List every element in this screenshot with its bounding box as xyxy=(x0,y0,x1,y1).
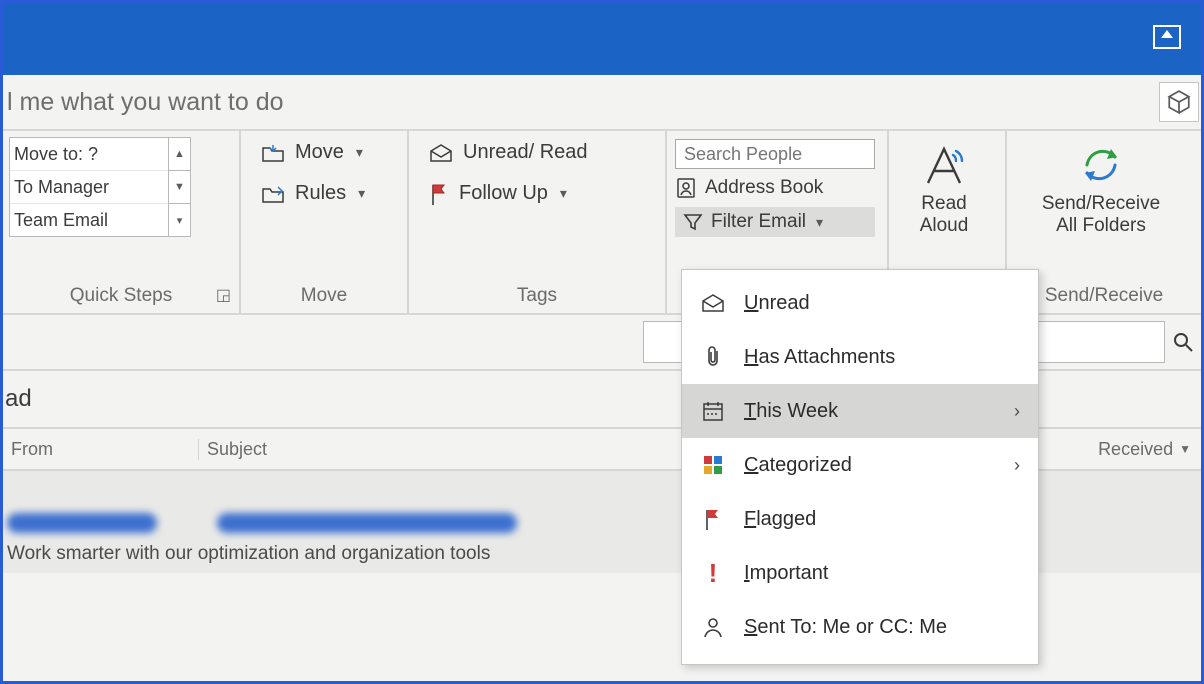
move-button[interactable]: Move ▾ xyxy=(261,141,395,164)
column-received-label: Received xyxy=(1098,439,1173,460)
group-label: Tags xyxy=(409,285,665,307)
tell-me-row: l me what you want to do xyxy=(3,75,1201,131)
chevron-down-icon: ▾ xyxy=(558,185,567,202)
quick-step-item[interactable]: To Manager xyxy=(10,171,168,204)
cube-icon xyxy=(1166,89,1192,115)
search-icon[interactable] xyxy=(1172,331,1194,353)
menu-label: This Week xyxy=(744,400,838,423)
envelope-open-icon xyxy=(701,293,725,313)
search-people-input[interactable] xyxy=(675,139,875,169)
filter-flagged[interactable]: Flagged xyxy=(682,492,1038,546)
address-book-icon xyxy=(675,177,697,199)
submenu-arrow-icon: › xyxy=(1014,401,1020,422)
follow-up-button[interactable]: Follow Up ▾ xyxy=(429,182,653,205)
title-bar xyxy=(3,3,1201,75)
envelope-open-icon xyxy=(429,143,453,163)
quick-steps-gallery[interactable]: Move to: ? To Manager Team Email ▲ ▼ ▾ xyxy=(9,137,191,237)
menu-label: Sent To: Me or CC: Me xyxy=(744,616,947,639)
submenu-arrow-icon: › xyxy=(1014,455,1020,476)
filter-email-menu: Unread Has Attachments This Week › Categ… xyxy=(681,269,1039,665)
rules-icon xyxy=(261,184,285,204)
unread-read-button[interactable]: Unread/ Read xyxy=(429,141,653,164)
important-icon: ! xyxy=(700,558,726,589)
arrow-up-icon xyxy=(1161,30,1173,38)
group-move: Move ▾ Rules ▾ Move xyxy=(241,131,409,313)
filter-categorized[interactable]: Categorized › xyxy=(682,438,1038,492)
move-label: Move xyxy=(295,141,344,164)
rules-button[interactable]: Rules ▾ xyxy=(261,182,395,205)
gallery-scroll-down[interactable]: ▼ xyxy=(169,171,190,204)
menu-label: Unread xyxy=(744,292,810,315)
group-label: Quick Steps xyxy=(3,285,239,307)
sync-icon xyxy=(1077,143,1125,187)
chevron-down-icon: ▾ xyxy=(814,214,823,231)
addins-button[interactable] xyxy=(1159,82,1199,122)
filter-this-week[interactable]: This Week › xyxy=(682,384,1038,438)
flag-icon xyxy=(703,508,723,530)
read-aloud-icon xyxy=(920,143,968,187)
gallery-scroll-up[interactable]: ▲ xyxy=(169,138,190,171)
chevron-down-icon: ▾ xyxy=(354,144,363,161)
column-received[interactable]: Received ▼ xyxy=(1098,439,1191,460)
filter-sent-to-me[interactable]: Sent To: Me or CC: Me xyxy=(682,600,1038,654)
quick-step-item[interactable]: Team Email xyxy=(10,204,168,236)
paperclip-icon xyxy=(703,345,723,369)
gallery-more[interactable]: ▾ xyxy=(169,204,190,236)
filter-email-label: Filter Email xyxy=(711,211,806,233)
menu-label: Important xyxy=(744,562,829,585)
unread-read-label: Unread/ Read xyxy=(463,141,588,164)
send-receive-label: Send/Receive All Folders xyxy=(1042,193,1160,237)
menu-label: Has Attachments xyxy=(744,346,895,369)
filter-unread[interactable]: Unread xyxy=(682,276,1038,330)
redacted-sender xyxy=(7,513,157,533)
funnel-icon xyxy=(683,212,703,232)
move-folder-icon xyxy=(261,143,285,163)
tell-me-input[interactable]: l me what you want to do xyxy=(7,88,284,117)
read-aloud-label: Read Aloud xyxy=(920,193,969,237)
menu-label: Flagged xyxy=(744,508,816,531)
flag-icon xyxy=(429,183,449,205)
chevron-down-icon: ▾ xyxy=(356,185,365,202)
dialog-launcher-icon[interactable]: ◲ xyxy=(216,285,231,305)
rules-label: Rules xyxy=(295,182,346,205)
sort-desc-icon: ▼ xyxy=(1179,442,1191,456)
redacted-subject xyxy=(217,513,517,533)
send-receive-button[interactable]: Send/Receive All Folders xyxy=(1013,137,1189,237)
group-quick-steps: Move to: ? To Manager Team Email ▲ ▼ ▾ Q… xyxy=(3,131,241,313)
person-icon xyxy=(702,616,724,638)
collapse-ribbon-button[interactable] xyxy=(1153,25,1181,49)
filter-important[interactable]: ! Important xyxy=(682,546,1038,600)
filter-email-button[interactable]: Filter Email ▾ xyxy=(675,207,875,237)
read-aloud-button[interactable]: Read Aloud xyxy=(895,137,993,237)
follow-up-label: Follow Up xyxy=(459,182,548,205)
address-book-label: Address Book xyxy=(705,177,823,199)
categories-icon xyxy=(702,454,724,476)
quick-step-item[interactable]: Move to: ? xyxy=(10,138,168,171)
calendar-icon xyxy=(702,400,724,422)
address-book-button[interactable]: Address Book xyxy=(675,177,875,199)
column-from[interactable]: From xyxy=(3,439,199,460)
group-tags: Unread/ Read Follow Up ▾ Tags xyxy=(409,131,667,313)
menu-label: Categorized xyxy=(744,454,852,477)
filter-has-attachments[interactable]: Has Attachments xyxy=(682,330,1038,384)
group-label: Move xyxy=(241,285,407,307)
